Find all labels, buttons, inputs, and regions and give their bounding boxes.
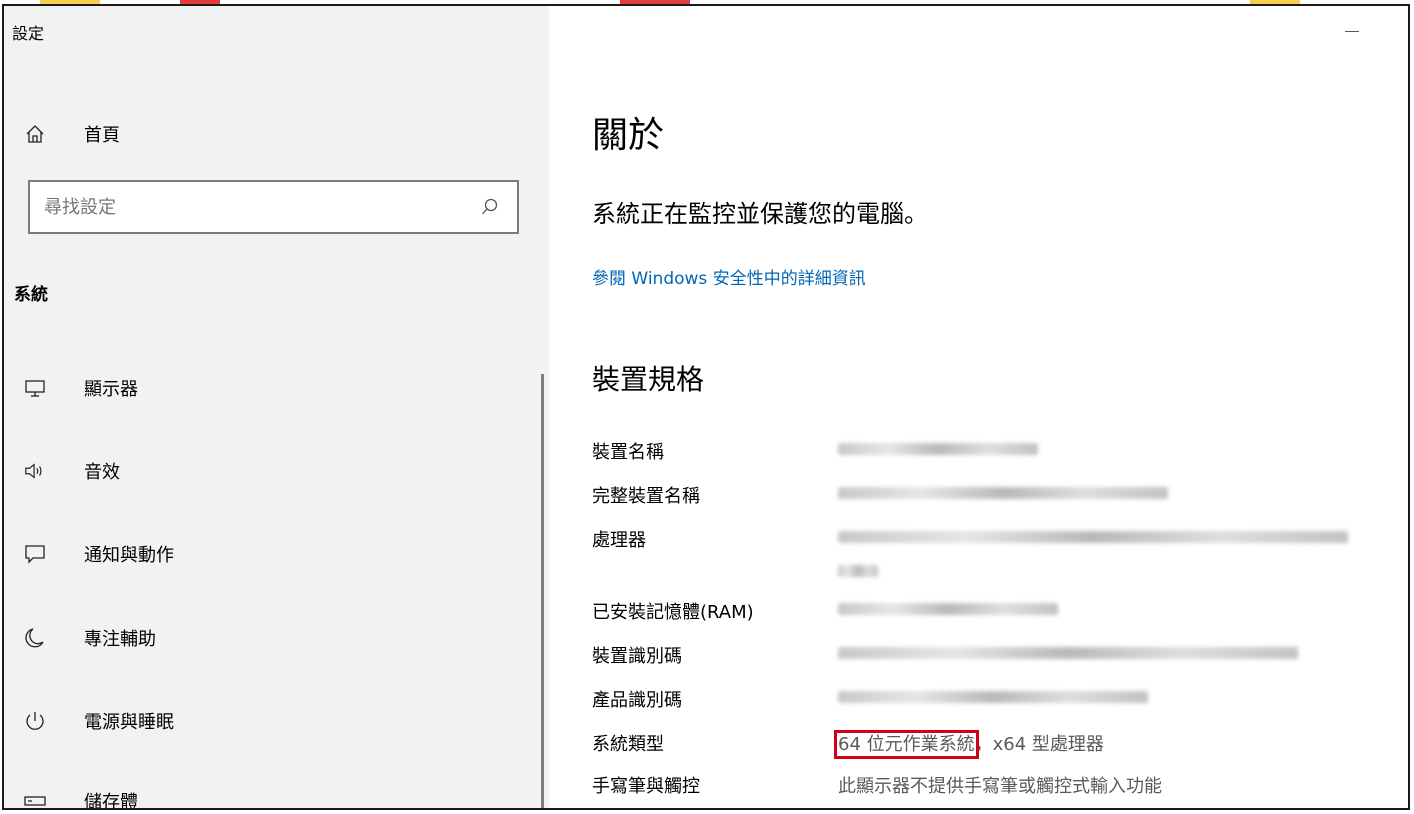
redacted-value — [838, 526, 1348, 577]
sidebar-item-label: 儲存體 — [84, 792, 138, 810]
spec-row-ram: 已安裝記憶體(RAM) — [592, 598, 1058, 624]
redacted-value — [838, 487, 1168, 499]
spec-label: 處理器 — [592, 530, 646, 551]
spec-label: 裝置名稱 — [592, 442, 664, 463]
sidebar: 設定 首頁 系統 顯示器 音效 — [4, 6, 549, 808]
monitor-icon — [24, 377, 46, 399]
system-type-value: 64 位元作業系統，x64 型處理器 — [834, 730, 1104, 759]
spec-label: 手寫筆與觸控 — [592, 776, 700, 797]
power-icon — [24, 710, 46, 732]
nav-home-label: 首頁 — [84, 125, 120, 146]
sidebar-item-power[interactable]: 電源與睡眠 — [24, 701, 174, 741]
sidebar-item-storage[interactable]: 儲存體 — [24, 781, 138, 810]
sidebar-item-focus[interactable]: 專注輔助 — [24, 618, 156, 658]
spec-row-pen-touch: 手寫筆與觸控 此顯示器不提供手寫筆或觸控式輸入功能 — [592, 772, 1162, 798]
page-title: 關於 — [592, 115, 665, 156]
spec-label: 系統類型 — [592, 734, 664, 755]
processor-type: ，x64 型處理器 — [974, 734, 1104, 755]
search-box — [28, 180, 519, 234]
redacted-value — [838, 691, 1148, 703]
spec-label: 裝置識別碼 — [592, 646, 682, 667]
main-content: 關於 系統正在監控並保護您的電腦。 參閱 Windows 安全性中的詳細資訊 裝… — [549, 6, 1408, 808]
protection-status: 系統正在監控並保護您的電腦。 — [592, 200, 928, 228]
sidebar-item-label: 專注輔助 — [84, 629, 156, 650]
redacted-value — [838, 603, 1058, 615]
spec-row-device-id: 裝置識別碼 — [592, 642, 1298, 668]
sidebar-item-label: 音效 — [84, 462, 120, 483]
spec-label: 完整裝置名稱 — [592, 486, 700, 507]
minimize-icon — [1345, 30, 1359, 32]
search-input[interactable] — [30, 181, 479, 233]
speaker-icon — [24, 460, 46, 482]
pen-touch-value: 此顯示器不提供手寫筆或觸控式輸入功能 — [838, 776, 1162, 797]
spec-row-processor: 處理器 — [592, 526, 1348, 577]
sidebar-item-label: 電源與睡眠 — [84, 712, 174, 733]
windows-security-link[interactable]: 參閱 Windows 安全性中的詳細資訊 — [592, 264, 866, 289]
sidebar-item-label: 顯示器 — [84, 379, 138, 400]
nav-home[interactable]: 首頁 — [24, 116, 120, 152]
storage-icon — [24, 790, 46, 808]
section-title: 系統 — [14, 285, 48, 305]
app-title: 設定 — [12, 24, 45, 43]
moon-icon — [24, 627, 46, 649]
search-icon[interactable] — [479, 196, 501, 218]
spec-label: 已安裝記憶體(RAM) — [592, 602, 754, 623]
redacted-value — [838, 647, 1298, 659]
sidebar-item-sound[interactable]: 音效 — [24, 451, 120, 491]
device-specs-title: 裝置規格 — [592, 363, 705, 396]
highlighted-system-type: 64 位元作業系統 — [834, 730, 979, 759]
spec-row-device-name: 裝置名稱 — [592, 438, 1038, 464]
spec-row-product-id: 產品識別碼 — [592, 686, 1148, 712]
sidebar-item-label: 通知與動作 — [84, 545, 174, 566]
spec-row-system-type: 系統類型 64 位元作業系統，x64 型處理器 — [592, 730, 1104, 759]
home-icon — [24, 123, 46, 145]
spec-label: 產品識別碼 — [592, 690, 682, 711]
message-icon — [24, 543, 46, 565]
sidebar-item-notifications[interactable]: 通知與動作 — [24, 534, 174, 574]
sidebar-item-display[interactable]: 顯示器 — [24, 368, 138, 408]
minimize-button[interactable] — [1338, 20, 1366, 42]
settings-window: 設定 首頁 系統 顯示器 音效 — [2, 4, 1410, 810]
spec-row-full-device-name: 完整裝置名稱 — [592, 482, 1168, 508]
sidebar-scrollbar[interactable] — [541, 374, 544, 808]
redacted-value — [838, 443, 1038, 455]
